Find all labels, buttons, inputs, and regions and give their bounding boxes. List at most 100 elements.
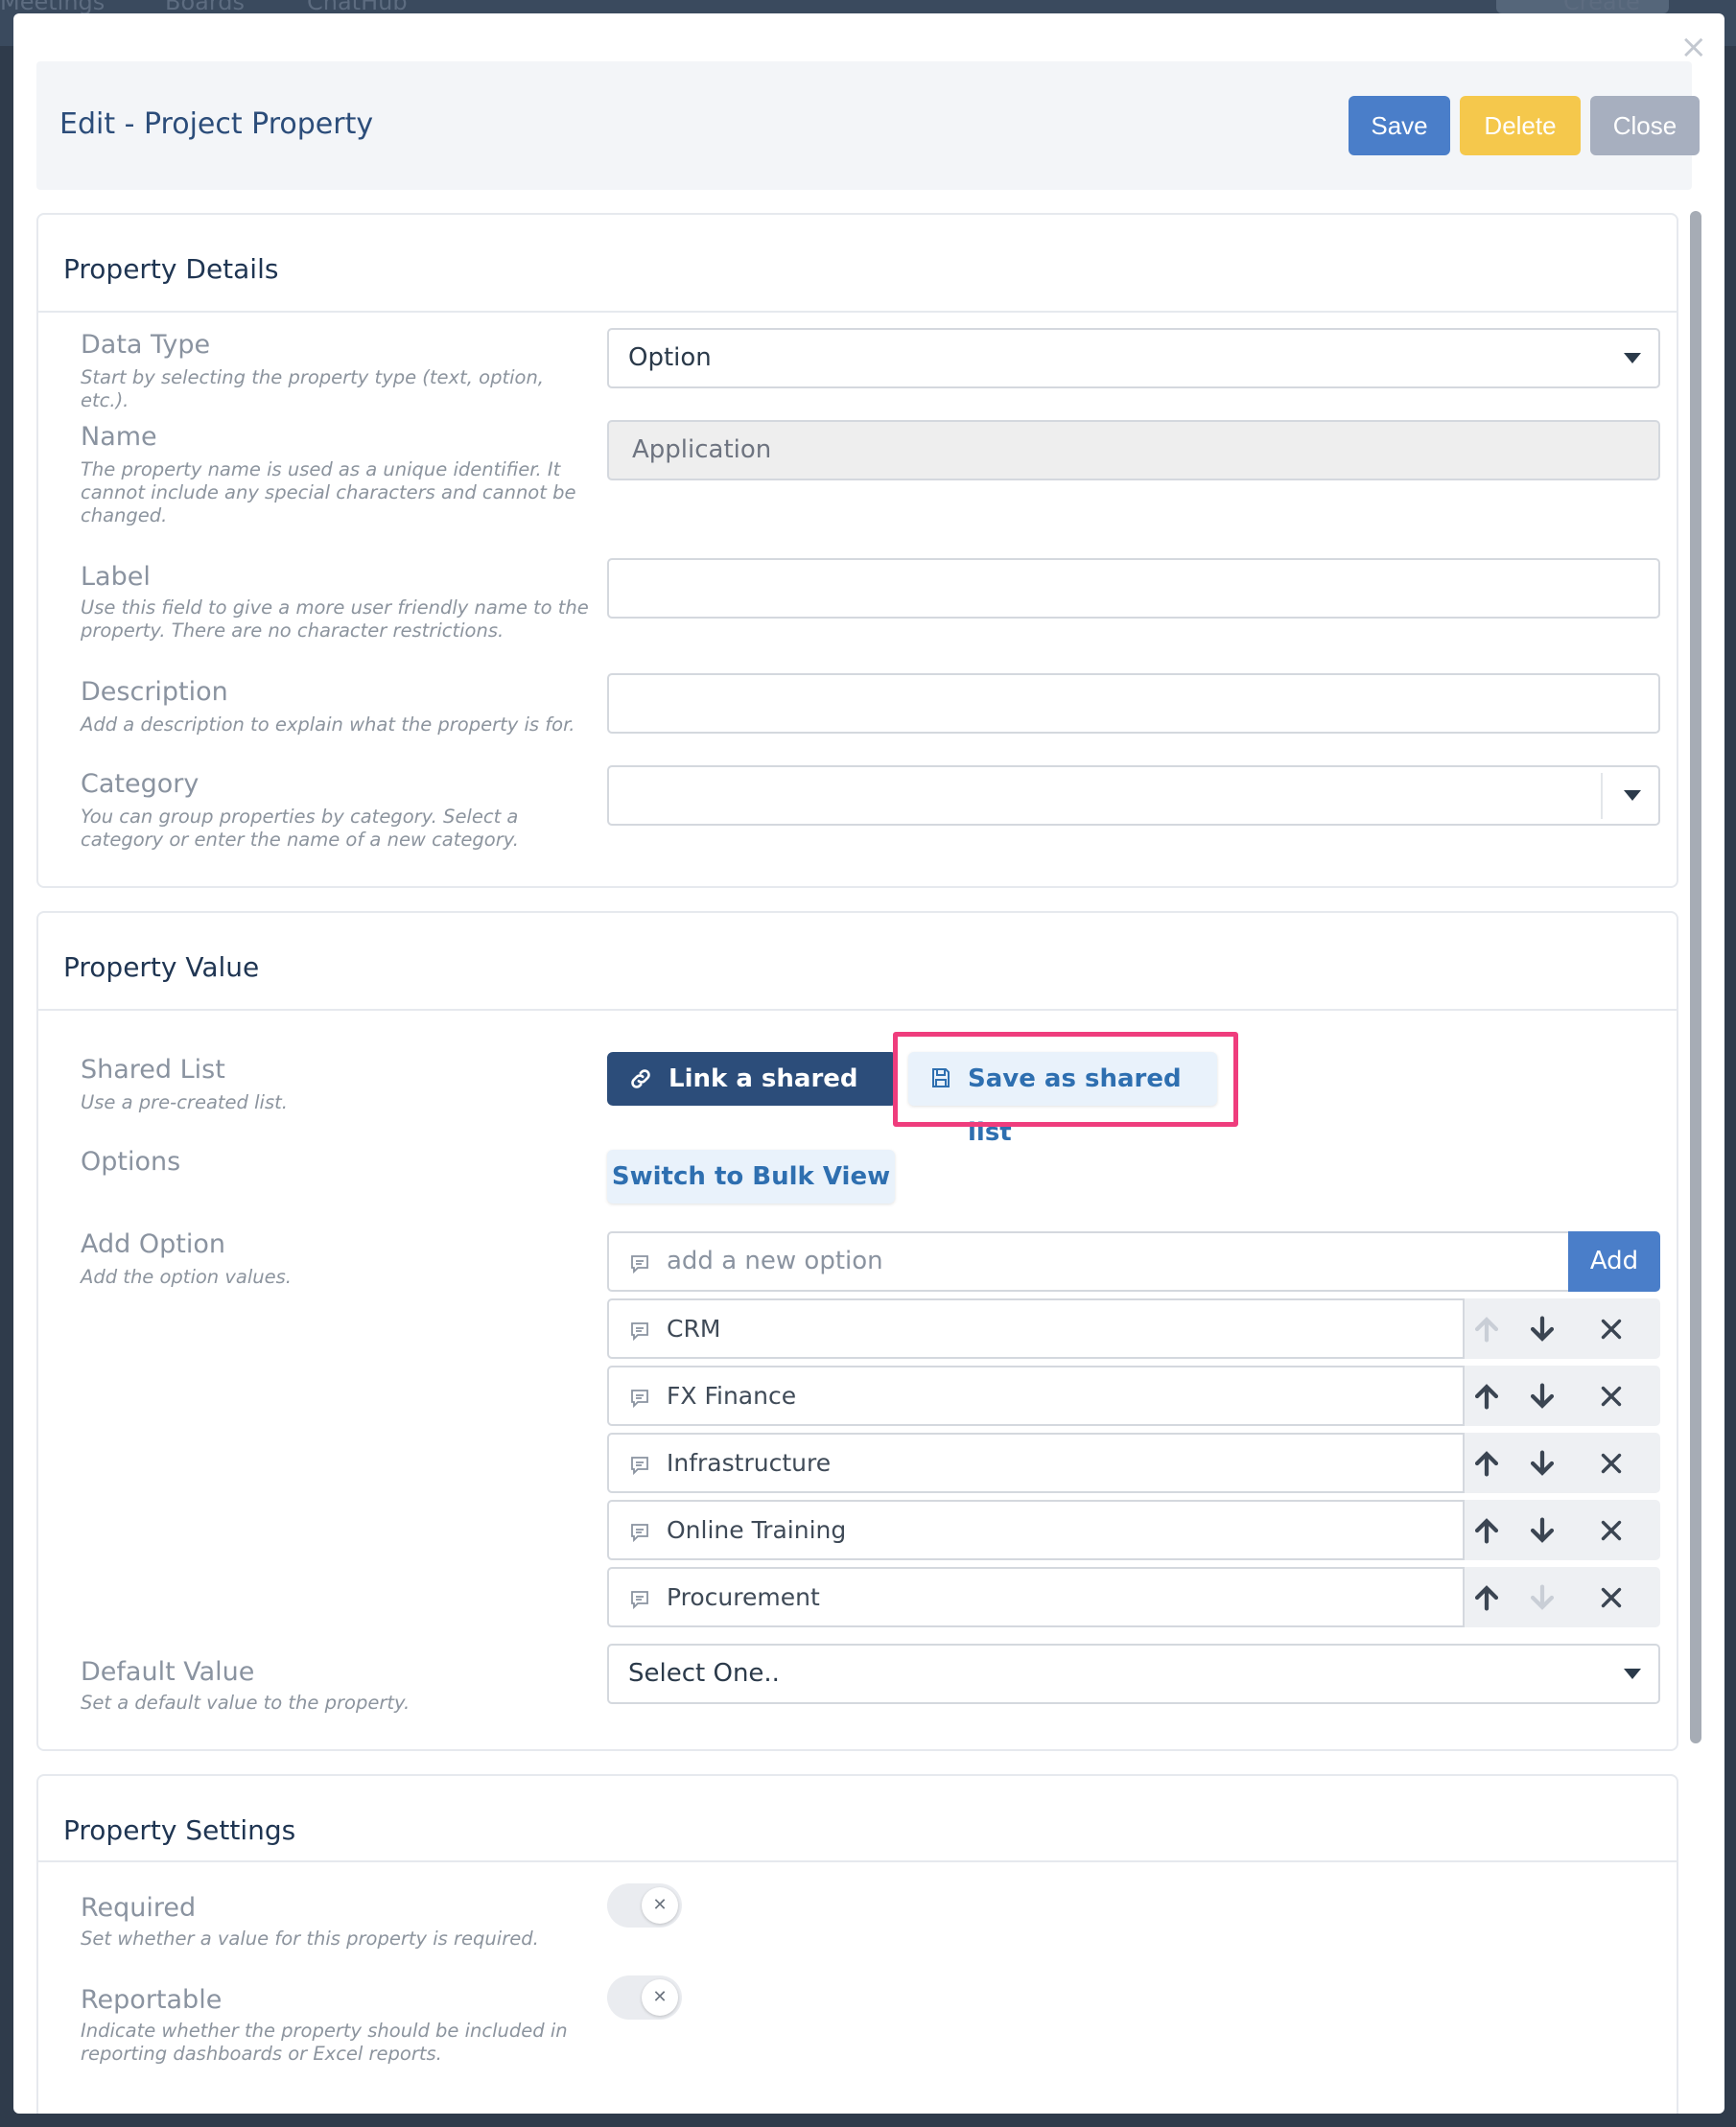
reportable-label: Reportable xyxy=(81,1985,223,2015)
comment-icon xyxy=(631,1255,648,1274)
option-actions xyxy=(1465,1366,1660,1426)
option-value-input[interactable]: CRM xyxy=(607,1298,1465,1359)
link-shared-list-button[interactable]: Link a shared list xyxy=(607,1052,897,1147)
shared-list-hint: Use a pre-created list. xyxy=(81,1091,288,1113)
default-value-value: Select One.. xyxy=(628,1659,780,1688)
data-type-label: Data Type xyxy=(81,330,211,360)
arrow-down-icon[interactable] xyxy=(1526,1313,1559,1345)
remove-option-icon[interactable] xyxy=(1595,1581,1628,1614)
add-option-placeholder: add a new option xyxy=(667,1247,883,1275)
remove-option-icon[interactable] xyxy=(1595,1447,1628,1480)
caret-down-icon xyxy=(1624,353,1641,363)
arrow-up-icon[interactable] xyxy=(1470,1380,1503,1413)
option-value-input[interactable]: FX Finance xyxy=(607,1366,1465,1426)
toggle-off-icon: ✕ xyxy=(642,1887,678,1924)
option-row: FX Finance xyxy=(607,1366,1660,1426)
card-divider xyxy=(38,1860,1677,1862)
add-option-button[interactable]: Add xyxy=(1568,1231,1660,1292)
default-value-label: Default Value xyxy=(81,1657,255,1687)
card-divider xyxy=(38,1009,1677,1011)
option-row: Online Training xyxy=(607,1500,1660,1560)
name-label: Name xyxy=(81,422,157,452)
arrow-up-icon[interactable] xyxy=(1470,1447,1503,1480)
highlight-box xyxy=(893,1032,1238,1127)
arrow-up-icon xyxy=(1470,1313,1503,1345)
comment-icon xyxy=(631,1322,648,1342)
data-type-select[interactable]: Option xyxy=(607,328,1660,388)
comment-icon xyxy=(631,1390,648,1409)
option-value: Infrastructure xyxy=(667,1449,832,1477)
add-option-hint: Add the option values. xyxy=(81,1266,292,1288)
arrow-up-icon[interactable] xyxy=(1470,1514,1503,1547)
option-actions xyxy=(1465,1298,1660,1359)
option-value: CRM xyxy=(667,1315,721,1343)
property-value-title: Property Value xyxy=(63,951,260,983)
reportable-toggle[interactable]: ✕ xyxy=(607,1975,682,2020)
option-actions xyxy=(1465,1500,1660,1560)
description-label: Description xyxy=(81,677,228,707)
edit-property-modal: × Edit - Project Property Save Delete Cl… xyxy=(13,13,1724,2114)
category-label: Category xyxy=(81,769,199,799)
comment-icon xyxy=(631,1524,648,1543)
option-value: Procurement xyxy=(667,1583,820,1611)
arrow-down-icon[interactable] xyxy=(1526,1380,1559,1413)
label-field[interactable] xyxy=(607,558,1660,619)
category-select[interactable] xyxy=(607,765,1660,826)
property-settings-title: Property Settings xyxy=(63,1814,296,1846)
property-details-title: Property Details xyxy=(63,253,279,285)
data-type-hint: Start by selecting the property type (te… xyxy=(81,366,544,411)
arrow-up-icon[interactable] xyxy=(1470,1581,1503,1614)
save-button[interactable]: Save xyxy=(1349,96,1450,155)
close-button[interactable]: Close xyxy=(1590,96,1700,155)
remove-option-icon[interactable] xyxy=(1595,1380,1628,1413)
reportable-hint: Indicate whether the property should be … xyxy=(81,2020,568,2065)
option-row: Infrastructure xyxy=(607,1433,1660,1493)
arrow-down-icon xyxy=(1526,1581,1559,1614)
create-button: Create xyxy=(1496,0,1669,15)
option-value-input[interactable]: Infrastructure xyxy=(607,1433,1465,1493)
category-hint: You can group properties by category. Se… xyxy=(81,806,519,851)
option-value-input[interactable]: Online Training xyxy=(607,1500,1465,1560)
option-row: CRM xyxy=(607,1298,1660,1359)
data-type-value: Option xyxy=(628,343,712,372)
required-hint: Set whether a value for this property is… xyxy=(81,1928,539,1950)
card-divider xyxy=(38,311,1677,313)
remove-option-icon[interactable] xyxy=(1595,1313,1628,1345)
delete-button[interactable]: Delete xyxy=(1460,96,1581,155)
arrow-down-icon[interactable] xyxy=(1526,1447,1559,1480)
name-field: Application xyxy=(607,420,1660,480)
comment-icon xyxy=(631,1457,648,1476)
option-actions xyxy=(1465,1433,1660,1493)
option-value: FX Finance xyxy=(667,1382,797,1410)
option-value: Online Training xyxy=(667,1516,847,1544)
default-value-hint: Set a default value to the property. xyxy=(81,1692,411,1714)
description-field[interactable] xyxy=(607,673,1660,734)
name-hint: The property name is used as a unique id… xyxy=(81,458,576,526)
toggle-off-icon: ✕ xyxy=(642,1979,678,2016)
modal-header: Edit - Project Property Save Delete Clos… xyxy=(36,61,1700,190)
shared-list-label: Shared List xyxy=(81,1055,225,1085)
modal-title: Edit - Project Property xyxy=(59,107,374,141)
comment-icon xyxy=(631,1591,648,1610)
modal-scrollbar[interactable] xyxy=(1690,211,1701,1743)
default-value-select[interactable]: Select One.. xyxy=(607,1644,1660,1704)
select-divider xyxy=(1601,773,1603,819)
label-hint: Use this field to give a more user frien… xyxy=(81,596,589,642)
option-value-input[interactable]: Procurement xyxy=(607,1567,1465,1627)
caret-down-icon xyxy=(1624,1669,1641,1679)
options-label: Options xyxy=(81,1147,181,1177)
modal-close-icon[interactable]: × xyxy=(1680,31,1708,63)
required-toggle[interactable]: ✕ xyxy=(607,1883,682,1928)
link-icon xyxy=(631,1069,650,1088)
option-row: Procurement xyxy=(607,1567,1660,1627)
add-option-label: Add Option xyxy=(81,1229,225,1259)
required-label: Required xyxy=(81,1893,197,1923)
caret-down-icon xyxy=(1624,790,1641,801)
label-label: Label xyxy=(81,562,151,592)
remove-option-icon[interactable] xyxy=(1595,1514,1628,1547)
switch-bulk-view-button[interactable]: Switch to Bulk View xyxy=(607,1150,895,1204)
add-option-input[interactable]: add a new option xyxy=(607,1231,1570,1292)
option-actions xyxy=(1465,1567,1660,1627)
arrow-down-icon[interactable] xyxy=(1526,1514,1559,1547)
description-hint: Add a description to explain what the pr… xyxy=(81,713,575,736)
